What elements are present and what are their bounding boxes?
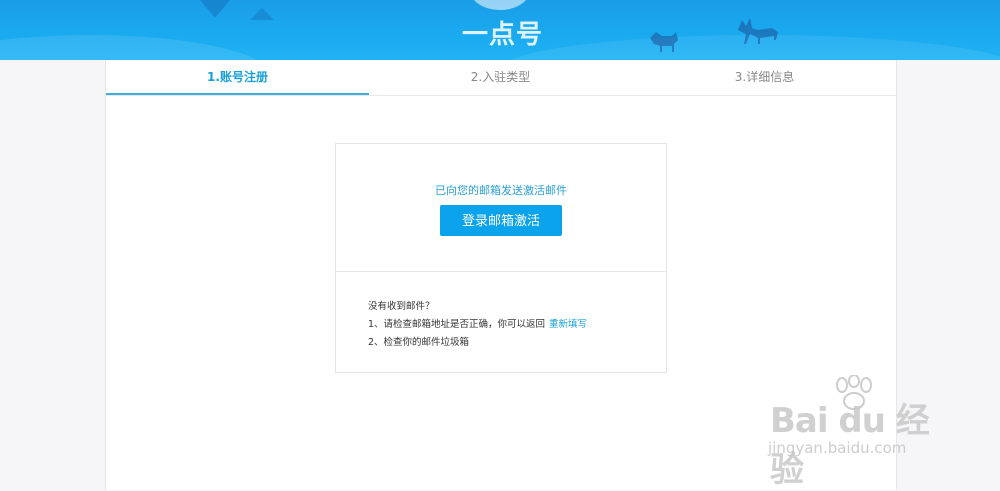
step-tabs: 1.账号注册 2.入驻类型 3.详细信息 (106, 60, 896, 96)
help-item-1: 1、请检查邮箱地址是否正确，你可以返回 重新填写 (368, 316, 587, 334)
help-section: 没有收到邮件？ 1、请检查邮箱地址是否正确，你可以返回 重新填写 2、检查你的邮件… (368, 298, 587, 352)
login-email-activate-button[interactable]: 登录邮箱激活 (440, 205, 562, 236)
baidu-watermark: Bai du 经验 jingyan.baidu.com (760, 375, 960, 490)
activation-notice: 已向您的邮箱发送激活邮件 (435, 184, 567, 197)
activation-panel: 已向您的邮箱发送激活邮件 登录邮箱激活 没有收到邮件？ 1、请检查邮箱地址是否正… (335, 143, 667, 373)
refill-link[interactable]: 重新填写 (549, 319, 587, 330)
help-item-1-text: 1、请检查邮箱地址是否正确，你可以返回 (368, 319, 546, 330)
header-banner: 一点号 (0, 0, 1000, 60)
step-join-type[interactable]: 2.入驻类型 (369, 60, 632, 94)
step-details[interactable]: 3.详细信息 (633, 60, 896, 94)
help-title: 没有收到邮件？ (368, 301, 435, 312)
site-logo: 一点号 (462, 20, 544, 50)
watermark-url: jingyan.baidu.com (768, 439, 907, 457)
step-account-register[interactable]: 1.账号注册 (106, 60, 369, 95)
help-item-2: 2、检查你的邮件垃圾箱 (368, 337, 470, 348)
panel-divider (336, 271, 666, 272)
